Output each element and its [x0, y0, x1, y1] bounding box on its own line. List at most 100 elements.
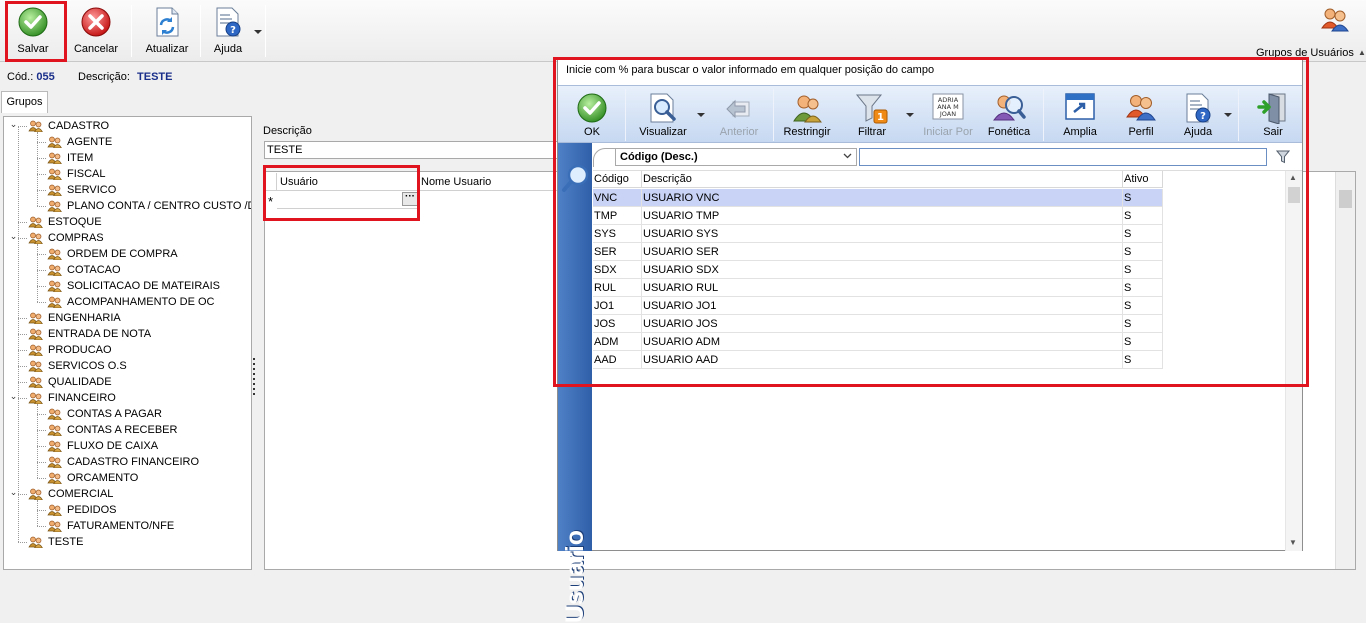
tree-item-label: CONTAS A RECEBER [67, 424, 178, 436]
expand-toggle-icon[interactable]: ⌄ [9, 488, 18, 498]
tree-item-label: ORCAMENTO [67, 472, 139, 484]
tree-connector [18, 366, 27, 367]
grid-header-nome-usuario[interactable]: Nome Usuario [418, 173, 558, 191]
user-group-icon [28, 488, 43, 500]
tree-connector [37, 190, 46, 191]
scroll-down-icon[interactable]: ▼ [1289, 538, 1297, 547]
tree-connector [37, 270, 46, 271]
cancelar-label: Cancelar [73, 43, 119, 55]
tree-item-label: COMPRAS [48, 232, 104, 244]
descricao-info: Descrição: TESTE [78, 71, 172, 83]
help-document-icon: ? [216, 7, 241, 37]
expand-toggle-icon[interactable]: ⌄ [9, 120, 18, 130]
user-group-icon [47, 408, 62, 420]
tree-connector [37, 302, 46, 303]
tree-item-label: SERVICO [67, 184, 117, 196]
tree-connector [37, 286, 46, 287]
user-group-icon [47, 504, 62, 516]
tree-connector [18, 238, 27, 239]
user-group-icon [47, 136, 62, 148]
cod-value: 055 [36, 71, 55, 83]
user-group-icon [28, 536, 43, 548]
tree-item-label: ENTRADA DE NOTA [48, 328, 152, 340]
user-group-icon [47, 520, 62, 532]
dialog-side-title: Usuario [561, 529, 589, 623]
cod-label: Cód.: [7, 71, 34, 83]
user-group-icon [47, 472, 62, 484]
user-group-icon [28, 360, 43, 372]
tree-connector [18, 350, 27, 351]
tree-item-label: FATURAMENTO/NFE [67, 520, 175, 532]
tree-connector [37, 478, 46, 479]
tree-connector [18, 126, 27, 127]
tree-item-label: SERVICOS O.S [48, 360, 127, 372]
user-group-icon [28, 344, 43, 356]
tree-item-label: COTACAO [67, 264, 121, 276]
ajuda-dropdown-icon[interactable] [254, 30, 262, 34]
user-group-icon [47, 280, 62, 292]
expand-toggle-icon[interactable]: ⌄ [9, 232, 18, 242]
tree-connector [18, 318, 27, 319]
expand-toggle-icon[interactable]: ⌄ [9, 392, 18, 402]
svg-text:?: ? [230, 25, 236, 36]
atualizar-button[interactable]: Atualizar [140, 4, 194, 58]
tree-connector [37, 510, 46, 511]
user-group-icon [47, 456, 62, 468]
tree-connector [37, 132, 38, 206]
user-group-icon [28, 120, 43, 132]
form-descricao-input[interactable]: TESTE [264, 141, 564, 159]
tree-item-label: SOLICITACAO DE MATEIRAIS [67, 280, 221, 292]
usuario-highlight [263, 165, 420, 221]
tree-item-label: QUALIDADE [48, 376, 112, 388]
user-group-icon [28, 392, 43, 404]
tree-connector [37, 142, 46, 143]
ajuda-button[interactable]: ? Ajuda [206, 4, 250, 58]
tree-connector [18, 126, 19, 542]
user-group-icon [28, 216, 43, 228]
scroll-thumb[interactable] [1339, 190, 1352, 208]
tree-item-label: FISCAL [67, 168, 106, 180]
tree-item-label: ENGENHARIA [48, 312, 121, 324]
user-group-icon [47, 168, 62, 180]
user-group-icon [47, 200, 62, 212]
tree-item-label: CONTAS A PAGAR [67, 408, 162, 420]
salvar-highlight [5, 1, 67, 62]
tree-item-label: CADASTRO [48, 120, 110, 132]
splitter-handle[interactable] [253, 358, 255, 396]
tree-connector [18, 542, 27, 543]
tree-connector [18, 398, 27, 399]
codigo-info: Cód.: 055 [7, 71, 55, 83]
tree-item-label: CADASTRO FINANCEIRO [67, 456, 200, 468]
cancel-x-icon [81, 7, 111, 37]
tree-item-label: TESTE [48, 536, 84, 548]
tab-grupos[interactable]: Grupos [1, 91, 48, 113]
tree-item-label: PRODUCAO [48, 344, 112, 356]
grid-scrollbar[interactable] [1335, 172, 1355, 569]
user-group-icon[interactable] [1320, 6, 1350, 32]
tree-connector [37, 446, 46, 447]
cancelar-button[interactable]: Cancelar [70, 4, 122, 58]
tree-connector [18, 382, 27, 383]
tree-connector [37, 404, 38, 478]
user-group-icon [28, 328, 43, 340]
tree-item-label: ORDEM DE COMPRA [67, 248, 178, 260]
tree-item-label: FLUXO DE CAIXA [67, 440, 159, 452]
tree-item-label: PLANO CONTA / CENTRO CUSTO /DEF [67, 200, 252, 212]
tree-item-label: PEDIDOS [67, 504, 117, 516]
atualizar-label: Atualizar [145, 43, 189, 55]
descricao-value: TESTE [137, 71, 173, 83]
user-group-icon [47, 424, 62, 436]
tree-connector [37, 414, 46, 415]
tree-connector [18, 494, 27, 495]
refresh-document-icon [156, 7, 179, 37]
tree-item-label: COMERCIAL [48, 488, 114, 500]
scroll-up-icon[interactable]: ▲ [1358, 48, 1366, 57]
user-group-icon [47, 264, 62, 276]
tree-connector [37, 244, 38, 302]
dialog-highlight [553, 57, 1309, 387]
tree-connector [37, 526, 46, 527]
user-group-icon [47, 296, 62, 308]
tree-item-label: ESTOQUE [48, 216, 102, 228]
groups-tree: CADASTRO ⌄ AGENTE ITEM FISCAL SERVICO PLANO CO… [3, 116, 252, 570]
tree-item-label: FINANCEIRO [48, 392, 116, 404]
